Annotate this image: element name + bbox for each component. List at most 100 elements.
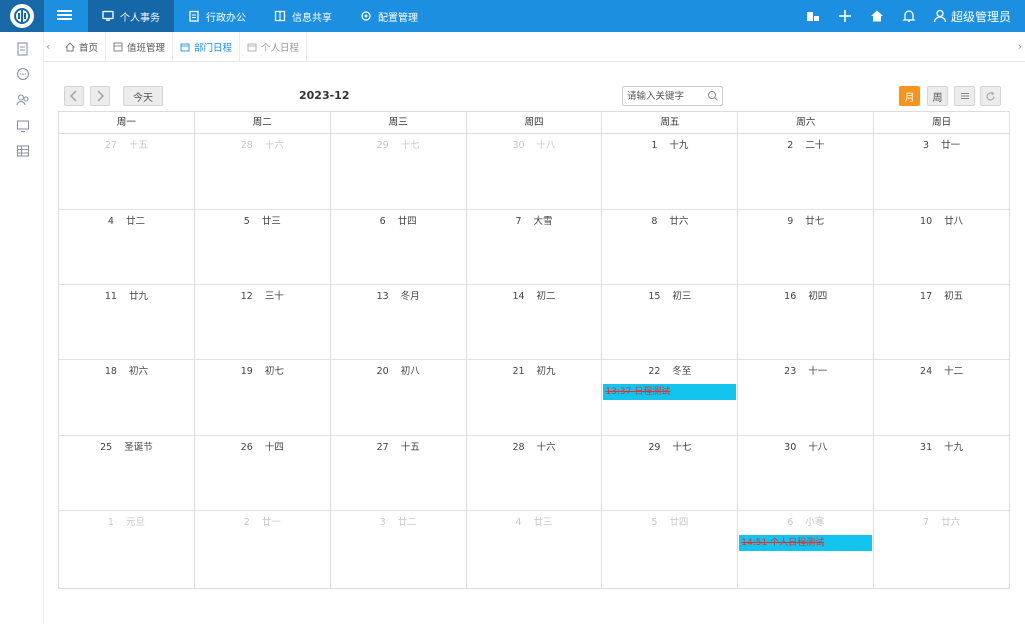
search-icon[interactable] bbox=[707, 90, 719, 102]
calendar-day-cell[interactable]: 19 初七 bbox=[195, 360, 331, 435]
nav-item-info-share[interactable]: 信息共享 bbox=[260, 0, 346, 32]
calendar-day-cell[interactable]: 1 十九 bbox=[602, 134, 739, 209]
calendar-day-cell[interactable]: 11 廿九 bbox=[59, 285, 195, 359]
prev-month-button[interactable] bbox=[64, 86, 84, 106]
calendar-week-row: 25 圣诞节 26 十四 27 十五 28 十六 29 十七 30 十八 31 十九 bbox=[59, 436, 1009, 511]
day-label: 4 廿三 bbox=[467, 514, 602, 528]
document-icon[interactable] bbox=[16, 42, 30, 56]
calendar-day-cell[interactable]: 9 廿七 bbox=[738, 210, 875, 284]
calendar-day-cell[interactable]: 5 廿三 bbox=[195, 210, 331, 284]
calendar-day-cell[interactable]: 14 初二 bbox=[467, 285, 603, 359]
nav-item-personal[interactable]: 个人事务 bbox=[88, 0, 174, 32]
calendar-event[interactable]: 14:51 个人日程测试 bbox=[739, 535, 873, 551]
calendar-day-cell[interactable]: 1 元旦 bbox=[59, 511, 195, 588]
calendar-day-cell[interactable]: 7 大雪 bbox=[467, 210, 603, 284]
calendar-day-cell[interactable]: 6 小寒 14:51 个人日程测试 bbox=[738, 511, 875, 588]
refresh-button[interactable] bbox=[980, 86, 1001, 106]
calendar-day-cell[interactable]: 18 初六 bbox=[59, 360, 195, 435]
table-icon[interactable] bbox=[16, 144, 30, 158]
view-month-button[interactable]: 月 bbox=[899, 86, 920, 106]
calendar-day-cell[interactable]: 28 十六 bbox=[195, 134, 331, 209]
calendar-icon bbox=[180, 42, 190, 52]
home-icon[interactable] bbox=[869, 8, 885, 24]
org-chart-icon[interactable] bbox=[805, 8, 821, 24]
bell-icon[interactable] bbox=[901, 8, 917, 24]
calendar-day-cell[interactable]: 29 十七 bbox=[602, 436, 739, 510]
day-number: 27 bbox=[104, 140, 117, 151]
calendar-day-cell[interactable]: 21 初九 bbox=[467, 360, 603, 435]
grid-icon bbox=[113, 42, 123, 52]
calendar-week-row: 18 初六 19 初七 20 初八 21 初九 22 冬至 13:37 日程测试 23 十一 24 十二 bbox=[59, 360, 1009, 436]
app-logo[interactable] bbox=[0, 0, 44, 32]
day-number: 2 bbox=[243, 517, 250, 528]
lunar-date: 初五 bbox=[944, 291, 964, 302]
calendar-day-cell[interactable]: 8 廿六 bbox=[602, 210, 739, 284]
nav-label: 个人事务 bbox=[120, 12, 160, 24]
day-number: 12 bbox=[240, 291, 253, 302]
main-nav: 个人事务 行政办公 信息共享 配置管理 bbox=[88, 0, 432, 32]
menu-toggle-icon[interactable] bbox=[54, 8, 78, 24]
calendar-day-cell[interactable]: 20 初八 bbox=[331, 360, 467, 435]
calendar-day-cell[interactable]: 10 廿八 bbox=[874, 210, 1009, 284]
calendar-day-cell[interactable]: 27 十五 bbox=[59, 134, 195, 209]
calendar-day-cell[interactable]: 12 三十 bbox=[195, 285, 331, 359]
day-label: 20 初八 bbox=[331, 363, 466, 377]
users-icon[interactable] bbox=[16, 93, 30, 107]
calendar-day-cell[interactable]: 29 十七 bbox=[331, 134, 467, 209]
lunar-date: 初三 bbox=[672, 291, 692, 302]
calendar-day-cell[interactable]: 4 廿三 bbox=[467, 511, 603, 588]
calendar-day-cell[interactable]: 5 廿四 bbox=[602, 511, 739, 588]
lunar-date: 初九 bbox=[536, 366, 556, 377]
day-label: 28 十六 bbox=[195, 137, 330, 151]
day-label: 5 廿三 bbox=[195, 213, 330, 227]
calendar-day-cell[interactable]: 13 冬月 bbox=[331, 285, 467, 359]
calendar-day-cell[interactable]: 16 初四 bbox=[738, 285, 875, 359]
tabs-scroll-left-icon[interactable]: ‹ bbox=[46, 40, 50, 53]
tab-home[interactable]: 首页 bbox=[58, 32, 107, 62]
calendar-week-row: 11 廿九 12 三十 13 冬月 14 初二 15 初三 16 初四 17 初五 bbox=[59, 285, 1009, 360]
view-week-button[interactable]: 周 bbox=[927, 86, 948, 106]
calendar-day-cell[interactable]: 28 十六 bbox=[467, 436, 603, 510]
calendar-day-cell[interactable]: 23 十一 bbox=[738, 360, 875, 435]
tab-personal-schedule[interactable]: 个人日程 bbox=[240, 32, 308, 62]
calendar-day-cell[interactable]: 7 廿六 bbox=[874, 511, 1009, 588]
calendar-day-cell[interactable]: 15 初三 bbox=[602, 285, 739, 359]
calendar-day-cell[interactable]: 3 廿一 bbox=[874, 134, 1009, 209]
plus-icon[interactable] bbox=[837, 8, 853, 24]
calendar-day-cell[interactable]: 24 十二 bbox=[874, 360, 1009, 435]
calendar-day-cell[interactable]: 4 廿二 bbox=[59, 210, 195, 284]
calendar-day-cell[interactable]: 26 十四 bbox=[195, 436, 331, 510]
nav-label: 行政办公 bbox=[206, 12, 246, 24]
nav-item-config[interactable]: 配置管理 bbox=[346, 0, 432, 32]
calendar-day-cell[interactable]: 25 圣诞节 bbox=[59, 436, 195, 510]
calendar-day-cell[interactable]: 30 十八 bbox=[467, 134, 603, 209]
lunar-date: 十六 bbox=[536, 442, 556, 453]
breadcrumb-tabs: ‹ 首页 值班管理 部门日程 个人日程 › bbox=[44, 32, 1025, 62]
calendar-day-cell[interactable]: 2 廿一 bbox=[195, 511, 331, 588]
chat-icon[interactable] bbox=[16, 67, 30, 81]
day-number: 28 bbox=[240, 140, 253, 151]
view-list-button[interactable] bbox=[954, 86, 975, 106]
tab-department-schedule[interactable]: 部门日程 bbox=[173, 32, 241, 62]
calendar-event[interactable]: 13:37 日程测试 bbox=[603, 384, 737, 400]
today-button[interactable]: 今天 bbox=[123, 86, 163, 106]
nav-item-admin-office[interactable]: 行政办公 bbox=[174, 0, 260, 32]
screen-icon[interactable] bbox=[16, 119, 30, 133]
lunar-date: 初四 bbox=[808, 291, 828, 302]
calendar-day-cell[interactable]: 3 廿二 bbox=[331, 511, 467, 588]
calendar-day-cell[interactable]: 30 十八 bbox=[738, 436, 875, 510]
calendar-day-cell[interactable]: 27 十五 bbox=[331, 436, 467, 510]
calendar-day-cell[interactable]: 31 十九 bbox=[874, 436, 1009, 510]
refresh-icon bbox=[986, 91, 995, 100]
user-menu[interactable]: 超级管理员 bbox=[933, 8, 1011, 25]
lunar-date: 廿一 bbox=[261, 517, 281, 528]
day-number: 13 bbox=[376, 291, 389, 302]
next-month-button[interactable] bbox=[90, 86, 110, 106]
calendar-day-cell[interactable]: 17 初五 bbox=[874, 285, 1009, 359]
tabs-scroll-right-icon[interactable]: › bbox=[1018, 40, 1022, 53]
calendar-day-cell[interactable]: 2 二十 bbox=[738, 134, 875, 209]
calendar-day-cell[interactable]: 22 冬至 13:37 日程测试 bbox=[602, 360, 739, 435]
calendar-day-cell[interactable]: 6 廿四 bbox=[331, 210, 467, 284]
day-number: 7 bbox=[515, 216, 522, 227]
tab-duty-management[interactable]: 值班管理 bbox=[106, 32, 174, 62]
